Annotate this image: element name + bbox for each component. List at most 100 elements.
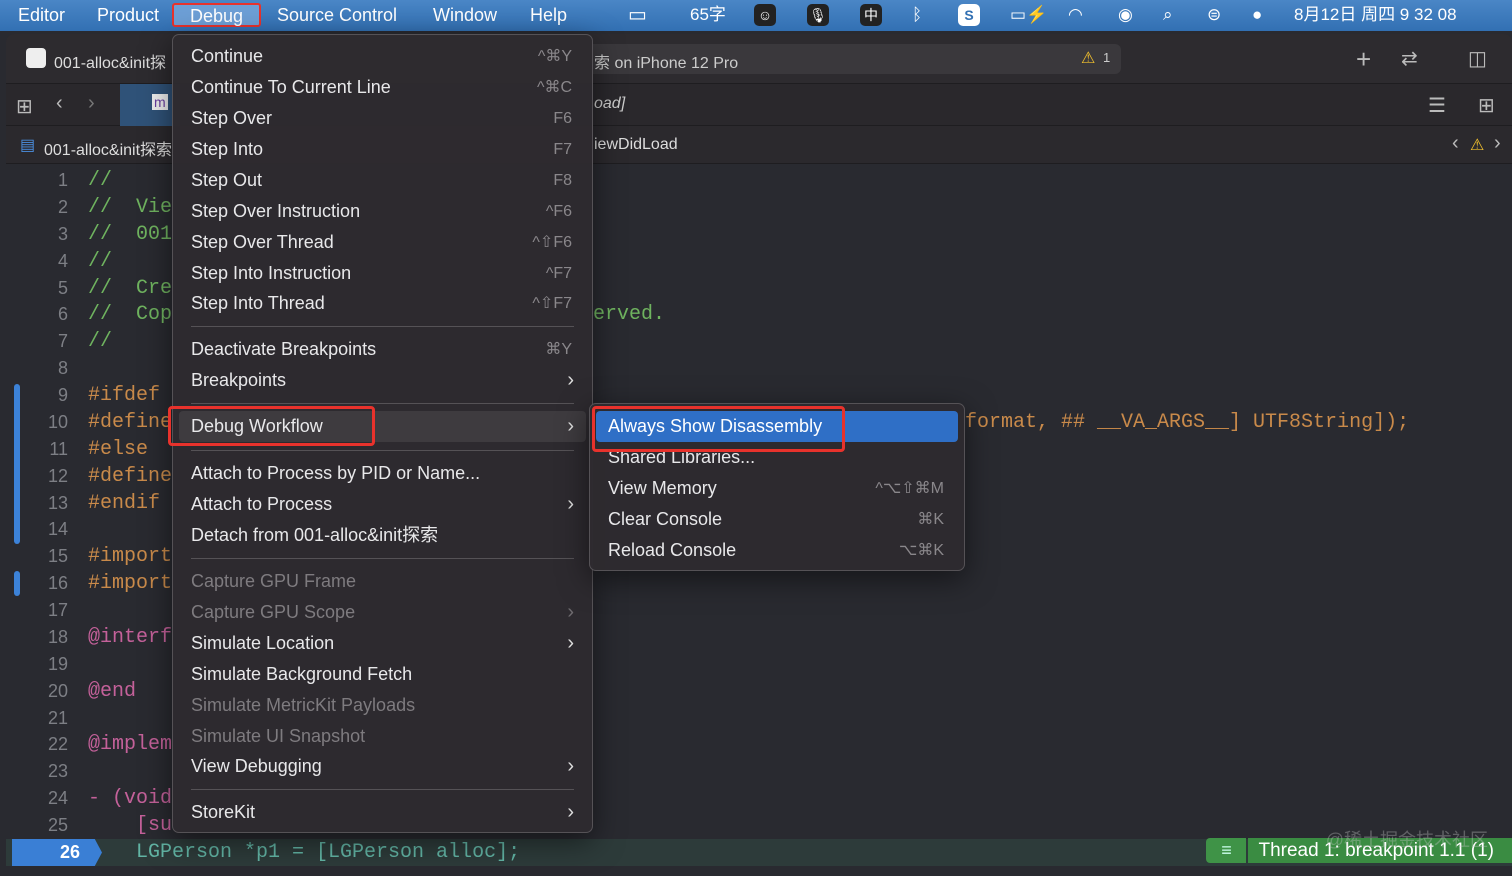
line-number[interactable]: 21 bbox=[6, 705, 68, 732]
notes-icon[interactable]: ▭ bbox=[628, 4, 647, 26]
line-number[interactable]: 1 bbox=[6, 167, 68, 194]
active-tab[interactable]: m bbox=[120, 84, 180, 126]
line-number[interactable]: 6 bbox=[6, 301, 68, 328]
menu-debug[interactable]: Debug bbox=[172, 3, 262, 27]
jump-file[interactable]: 001-alloc&init探索 bbox=[44, 136, 172, 160]
battery-icon[interactable]: ▭⚡ bbox=[1010, 4, 1047, 26]
menu-item-label: Attach to Process by PID or Name... bbox=[191, 463, 481, 483]
menu-item-label: Step Over Instruction bbox=[191, 201, 361, 221]
line-number[interactable]: 24 bbox=[6, 785, 68, 812]
line-number[interactable]: 19 bbox=[6, 651, 68, 678]
line-number[interactable]: 9 bbox=[6, 382, 68, 409]
menu-item-deactivate-breakpoints[interactable]: Deactivate Breakpoints ⌘Y bbox=[179, 334, 586, 365]
swap-icon[interactable]: ⇄ bbox=[1401, 46, 1418, 71]
shortcut: ^⌘Y bbox=[537, 48, 572, 65]
siri-icon[interactable]: ● bbox=[1252, 4, 1262, 26]
editor-options-icon[interactable]: ☰ bbox=[1428, 93, 1446, 118]
menu-item-step-into-thread[interactable]: Step Into Thread ^⇧F7 bbox=[179, 288, 586, 319]
menu-item-continue-to-current-line[interactable]: Continue To Current Line ^⌘C bbox=[179, 72, 586, 103]
watermark: @稀土掘金技术社区 bbox=[1325, 830, 1488, 850]
line-number[interactable]: 15 bbox=[6, 543, 68, 570]
menu-item-step-into[interactable]: Step Into F7 bbox=[179, 134, 586, 165]
shortcut: ^F6 bbox=[545, 203, 572, 220]
code-text: // 001 bbox=[88, 222, 173, 246]
menu-item-clear-console[interactable]: Clear Console ⌘K bbox=[596, 504, 958, 535]
menu-item-detach[interactable]: Detach from 001-alloc&init探索 bbox=[179, 520, 586, 551]
sogou-icon[interactable]: S bbox=[958, 4, 980, 26]
code-text: - (void bbox=[88, 787, 173, 811]
menu-window[interactable]: Window bbox=[431, 4, 499, 28]
chevron-right-icon: › bbox=[567, 369, 574, 391]
tab-title[interactable]: oad] bbox=[594, 95, 625, 113]
menu-item-breakpoints[interactable]: Breakpoints › bbox=[179, 365, 586, 396]
line-number[interactable]: 3 bbox=[6, 221, 68, 248]
thread-list-icon[interactable]: ≡ bbox=[1206, 838, 1247, 863]
line-number[interactable]: 13 bbox=[6, 490, 68, 517]
wifi-icon[interactable]: ◠ bbox=[1068, 4, 1083, 26]
forward-icon[interactable]: › bbox=[88, 92, 95, 115]
menu-help[interactable]: Help bbox=[528, 4, 569, 28]
menu-item-attach-to-process-by-pid[interactable]: Attach to Process by PID or Name... bbox=[179, 458, 586, 489]
menu-item-attach-to-process[interactable]: Attach to Process › bbox=[179, 489, 586, 520]
line-number[interactable]: 2 bbox=[6, 194, 68, 221]
menu-item-simulate-background-fetch[interactable]: Simulate Background Fetch bbox=[179, 659, 586, 690]
line-number[interactable]: 18 bbox=[6, 624, 68, 651]
line-number[interactable]: 8 bbox=[6, 355, 68, 382]
project-name[interactable]: 001-alloc&init探 bbox=[54, 49, 166, 73]
line-number[interactable]: 11 bbox=[6, 436, 68, 463]
emoji-icon[interactable]: ☺ bbox=[754, 4, 776, 26]
code-text: #import bbox=[88, 545, 173, 569]
line-number[interactable]: 20 bbox=[6, 678, 68, 705]
activity-view[interactable]: 索 on iPhone 12 Pro ⚠ 1 bbox=[586, 44, 1121, 74]
inspector-toggle-icon[interactable]: ◫ bbox=[1468, 46, 1487, 71]
add-editor-icon[interactable]: ⊞ bbox=[1478, 93, 1495, 118]
control-center-icon[interactable]: ⊜ bbox=[1207, 4, 1221, 26]
code-text: #define bbox=[88, 410, 173, 434]
menu-item-continue[interactable]: Continue ^⌘Y bbox=[179, 41, 586, 72]
menu-item-view-memory[interactable]: View Memory ^⌥⇧⌘M bbox=[596, 473, 958, 504]
grid-icon[interactable]: ⊞ bbox=[16, 94, 33, 119]
word-count[interactable]: 65字 bbox=[690, 4, 726, 26]
add-icon[interactable]: + bbox=[1356, 44, 1371, 75]
next-issue-icon[interactable]: › bbox=[1494, 132, 1501, 155]
line-number[interactable]: 16 bbox=[6, 570, 68, 597]
search-icon[interactable]: ⌕ bbox=[1163, 4, 1173, 26]
line-number[interactable]: 12 bbox=[6, 463, 68, 490]
clock[interactable]: 8月12日 周四 9 32 08 bbox=[1294, 4, 1457, 26]
input-method[interactable]: 中 bbox=[860, 4, 882, 26]
back-icon[interactable]: ‹ bbox=[56, 92, 63, 115]
line-number[interactable]: 22 bbox=[6, 731, 68, 758]
prev-issue-icon[interactable]: ‹ bbox=[1452, 132, 1459, 155]
microphone-icon[interactable]: 🎙 bbox=[807, 4, 829, 26]
warning-icon[interactable]: ⚠ bbox=[1470, 135, 1484, 155]
menu-item-reload-console[interactable]: Reload Console ⌥⌘K bbox=[596, 535, 958, 566]
warning-icon[interactable]: ⚠ bbox=[1081, 48, 1095, 68]
menu-item-step-into-instruction[interactable]: Step Into Instruction ^F7 bbox=[179, 258, 586, 289]
menu-item-step-over[interactable]: Step Over F6 bbox=[179, 103, 586, 134]
menu-item-simulate-location[interactable]: Simulate Location › bbox=[179, 628, 586, 659]
code-text: // bbox=[88, 169, 113, 192]
line-number[interactable]: 25 bbox=[6, 812, 68, 839]
menu-item-step-over-thread[interactable]: Step Over Thread ^⇧F6 bbox=[179, 227, 586, 258]
menu-item-view-debugging[interactable]: View Debugging › bbox=[179, 751, 586, 782]
line-number[interactable]: 10 bbox=[6, 409, 68, 436]
jump-symbol[interactable]: iewDidLoad bbox=[594, 136, 678, 154]
line-number[interactable]: 23 bbox=[6, 758, 68, 785]
menu-item-step-out[interactable]: Step Out F8 bbox=[179, 165, 586, 196]
bluetooth-icon[interactable]: ᛒ bbox=[912, 4, 922, 26]
line-number[interactable]: 17 bbox=[6, 597, 68, 624]
line-number[interactable]: 4 bbox=[6, 248, 68, 275]
menu-product[interactable]: Product bbox=[95, 4, 161, 28]
menu-item-label: Attach to Process bbox=[191, 494, 333, 514]
user-icon[interactable]: ◉ bbox=[1118, 4, 1133, 26]
menu-item-step-over-instruction[interactable]: Step Over Instruction ^F6 bbox=[179, 196, 586, 227]
menu-editor[interactable]: Editor bbox=[16, 4, 67, 28]
line-number[interactable]: 7 bbox=[6, 328, 68, 355]
menu-item-label: Breakpoints bbox=[191, 370, 287, 390]
menu-item-storekit[interactable]: StoreKit › bbox=[179, 797, 586, 828]
shortcut: ⌘K bbox=[917, 511, 944, 528]
menu-source-control[interactable]: Source Control bbox=[275, 4, 399, 28]
line-number[interactable]: 14 bbox=[6, 516, 68, 543]
shortcut: F8 bbox=[553, 172, 572, 189]
line-number[interactable]: 5 bbox=[6, 275, 68, 302]
